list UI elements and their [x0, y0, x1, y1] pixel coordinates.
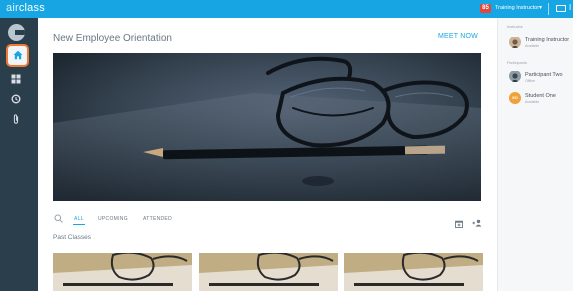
past-class-card[interactable]: [344, 253, 483, 291]
past-class-card[interactable]: [199, 253, 338, 291]
participant-name[interactable]: Participant Two: [525, 72, 563, 78]
home-icon: [13, 50, 23, 60]
app-logo[interactable]: airclass: [6, 2, 45, 14]
class-cover-image: [53, 53, 481, 201]
notification-badge[interactable]: 85: [480, 4, 491, 13]
past-classes-heading: Past Classes: [53, 234, 91, 241]
class-thumbnail-image: [53, 253, 192, 291]
participant-status: Offline: [525, 79, 536, 83]
app-emblem-icon[interactable]: [8, 24, 25, 41]
participant-status: Available: [525, 100, 540, 104]
active-tab-indicator: [73, 224, 85, 225]
topbar-divider: [548, 3, 549, 15]
instructor-name[interactable]: Training Instructor: [525, 37, 569, 43]
avatar-initials: SO: [512, 95, 518, 100]
participants-panel: [497, 18, 573, 291]
participants-section-label: Participants: [507, 61, 527, 65]
topbar-overflow-text: I: [569, 3, 572, 12]
title-status-tag: LIVE: [159, 37, 168, 42]
class-thumbnail-image: [344, 253, 483, 291]
tab-upcoming[interactable]: UPCOMING: [98, 216, 128, 222]
past-class-card[interactable]: [53, 253, 192, 291]
avatar[interactable]: SO: [509, 92, 521, 104]
cover-photo-illustration: [53, 53, 481, 201]
avatar[interactable]: [509, 36, 521, 48]
user-menu[interactable]: Training Instructor: [495, 5, 539, 11]
instructor-status: Available: [525, 44, 540, 48]
calendar-add-icon[interactable]: [455, 220, 463, 228]
tab-attended[interactable]: ATTENDED: [143, 216, 172, 222]
tab-all[interactable]: ALL: [74, 216, 84, 222]
add-person-icon[interactable]: [472, 219, 482, 227]
chevron-down-icon[interactable]: ▾: [539, 4, 542, 11]
top-bar: airclass 85 Training Instructor ▾ I: [0, 0, 573, 18]
history-icon[interactable]: [11, 94, 21, 104]
nav-home-button[interactable]: [6, 44, 29, 67]
meet-now-button[interactable]: MEET NOW: [438, 33, 478, 40]
page-title: New Employee Orientation: [53, 33, 172, 44]
dashboard-icon[interactable]: [11, 74, 21, 84]
camera-icon[interactable]: [556, 5, 566, 12]
search-icon[interactable]: [54, 214, 63, 223]
instructor-section-label: Instructor: [507, 25, 523, 29]
attachment-icon[interactable]: [11, 114, 21, 124]
avatar[interactable]: [509, 70, 521, 82]
participant-name[interactable]: Student One: [525, 93, 556, 99]
class-thumbnail-image: [199, 253, 338, 291]
